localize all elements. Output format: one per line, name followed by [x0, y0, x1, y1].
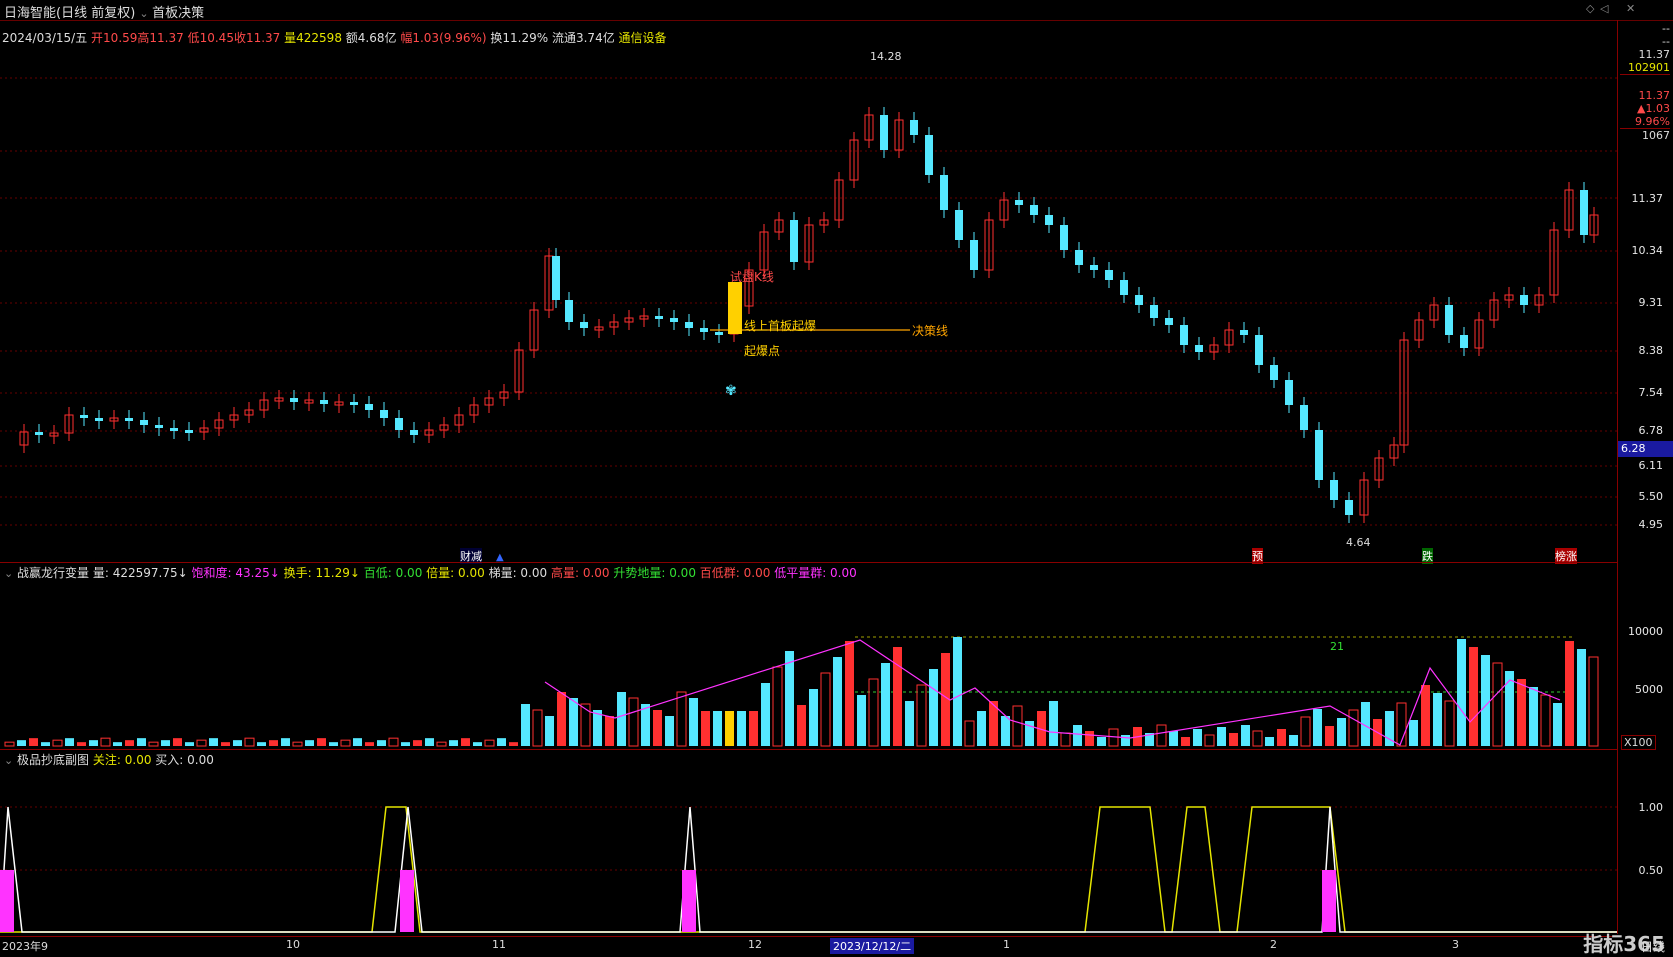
indicator2-name[interactable]: 极品抄底副图 [17, 753, 89, 767]
ind1-unit: X100 [1621, 735, 1656, 750]
date-axis [0, 936, 1617, 955]
ind1-turn: 换手: 11.29↓ [283, 566, 360, 580]
launch-point-label: 起爆点 [744, 344, 781, 358]
indicator1-toggle-icon[interactable]: ⌄ [4, 567, 13, 580]
date-tick-cursor: 2023/12/12/二 [830, 938, 915, 954]
ind2-tick-1: 0.50 [1638, 864, 1664, 877]
panel-separator-1 [0, 562, 1617, 563]
period-label[interactable]: 日线 [1641, 938, 1665, 955]
ind1-rise: 升势地量: 0.00 [613, 566, 696, 580]
date-tick-0: 2023年9 [2, 940, 48, 953]
launch-candle [728, 282, 742, 334]
ind2-focus: 关注: 0.00 [92, 753, 152, 767]
ind1-flat: 低平量群: 0.00 [774, 566, 857, 580]
ind1-vol: 量: 422597.75↓ [92, 566, 188, 580]
ind1-bailow: 百低: 0.00 [363, 566, 423, 580]
axis-separator [1617, 20, 1618, 934]
high-label: 14.28 [870, 50, 902, 63]
ind1-tick-1: 5000 [1635, 683, 1663, 696]
indicator1-header: ⌄ 战赢龙行变量 量: 422597.75↓ 饱和度: 43.25↓ 换手: 1… [4, 564, 857, 581]
ind2-grid [0, 806, 1617, 871]
date-tick-1: 10 [286, 938, 300, 951]
ind1-note-21: 21 [1330, 640, 1344, 653]
indicator2-header: ⌄ 极品抄底副图 关注: 0.00 买入: 0.00 [4, 751, 214, 768]
candles [19, 107, 1599, 523]
date-tick-6: 2 [1270, 938, 1277, 951]
panel-separator-2 [0, 749, 1617, 750]
ind1-highvol: 高量: 0.00 [550, 566, 610, 580]
ind1-sat: 饱和度: 43.25↓ [191, 566, 280, 580]
date-tick-2: 11 [492, 938, 506, 951]
ind1-double: 倍量: 0.00 [426, 566, 485, 580]
first-board-label: 线上首板起爆 [744, 319, 817, 333]
ind2-buy: 买入: 0.00 [155, 753, 214, 767]
ind2-plot [0, 806, 1617, 933]
test-line-label: 试盘K线 [730, 270, 774, 284]
butterfly-icon: ✾ [725, 383, 737, 399]
ind1-ladder: 梯量: 0.00 [488, 566, 548, 580]
decision-line-label: 决策线 [912, 324, 949, 338]
indicator2-toggle-icon[interactable]: ⌄ [4, 754, 13, 767]
date-tick-5: 1 [1003, 938, 1010, 951]
low-label: 4.64 [1346, 536, 1371, 549]
date-tick-3: 12 [748, 938, 762, 951]
date-tick-7: 3 [1452, 938, 1459, 951]
indicator1-name[interactable]: 战赢龙行变量 [17, 566, 89, 580]
candlestick-chart[interactable]: ✾ ▲ [0, 0, 1673, 954]
ind2-tick-0: 1.00 [1638, 801, 1664, 814]
ind1-lowgroup: 百低群: 0.00 [699, 566, 771, 580]
price-grid [0, 77, 1617, 526]
ind1-tick-0: 10000 [1628, 625, 1663, 638]
